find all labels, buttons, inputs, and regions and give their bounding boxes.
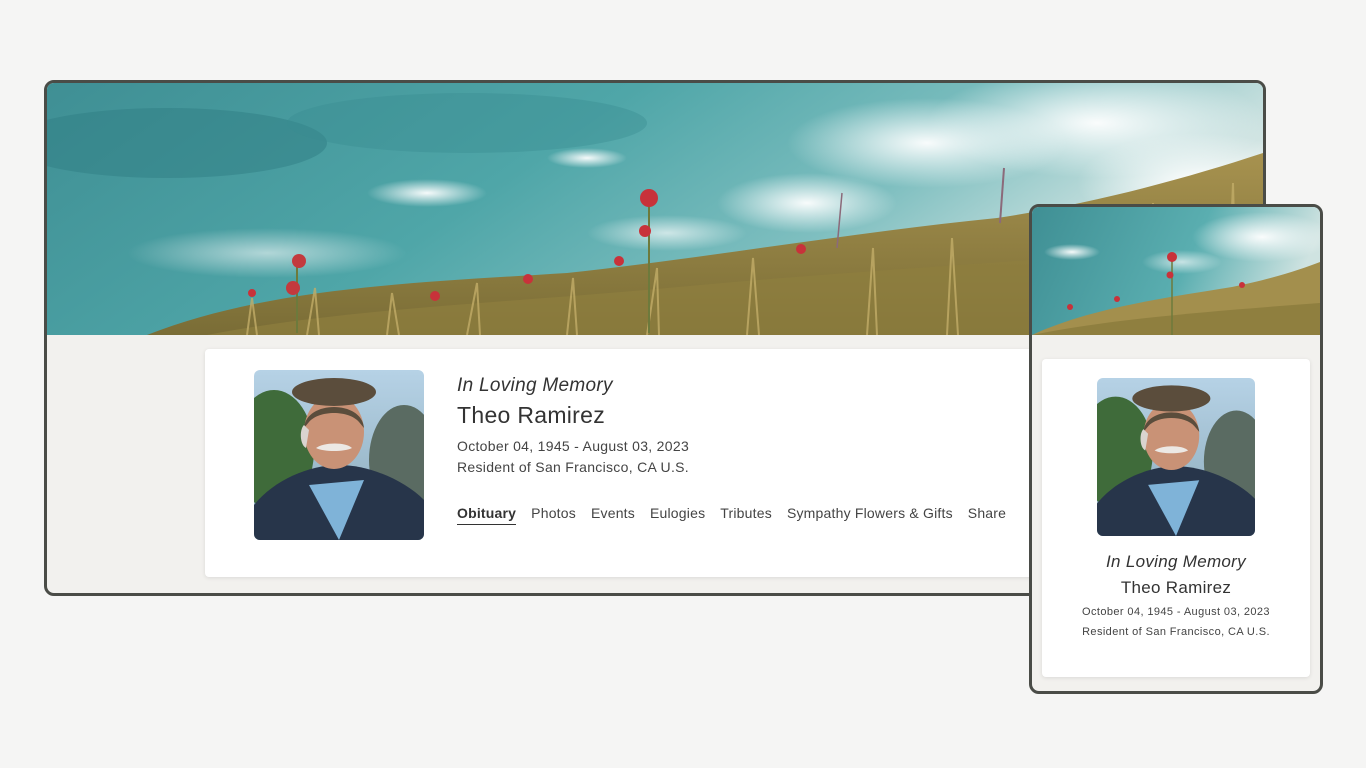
mobile-portrait-photo[interactable] — [1097, 378, 1255, 536]
deceased-name: Theo Ramirez — [457, 402, 606, 428]
nav-share[interactable]: Share — [968, 505, 1006, 525]
in-loving-memory-heading: In Loving Memory — [457, 375, 613, 396]
nav-sympathy-flowers-gifts[interactable]: Sympathy Flowers & Gifts — [787, 505, 953, 525]
memorial-info: In Loving Memory Theo Ramirez October 04… — [457, 375, 1077, 475]
mobile-in-loving-memory-heading: In Loving Memory — [1106, 552, 1246, 571]
mobile-view-frame: In Loving Memory Theo Ramirez October 04… — [1029, 204, 1323, 694]
nav-eulogies[interactable]: Eulogies — [650, 505, 705, 525]
mobile-deceased-name: Theo Ramirez — [1120, 578, 1232, 597]
memorial-nav: Obituary Photos Events Eulogies Tributes… — [457, 505, 1006, 525]
nav-events[interactable]: Events — [591, 505, 635, 525]
mockup-stage: In Loving Memory Theo Ramirez October 04… — [0, 0, 1366, 768]
portrait-photo[interactable] — [254, 370, 424, 540]
life-dates: October 04, 1945 - August 03, 2023 — [457, 438, 690, 454]
nav-photos[interactable]: Photos — [531, 505, 576, 525]
memorial-card: In Loving Memory Theo Ramirez October 04… — [205, 349, 1105, 577]
nav-tributes[interactable]: Tributes — [720, 505, 772, 525]
residence-text: Resident of San Francisco, CA U.S. — [457, 459, 689, 475]
mobile-residence-text: Resident of San Francisco, CA U.S. — [1082, 626, 1270, 638]
nav-obituary[interactable]: Obituary — [457, 505, 517, 525]
mobile-cover-banner-image — [1032, 207, 1320, 335]
mobile-life-dates: October 04, 1945 - August 03, 2023 — [1082, 606, 1270, 618]
mobile-memorial-card: In Loving Memory Theo Ramirez October 04… — [1042, 359, 1310, 677]
